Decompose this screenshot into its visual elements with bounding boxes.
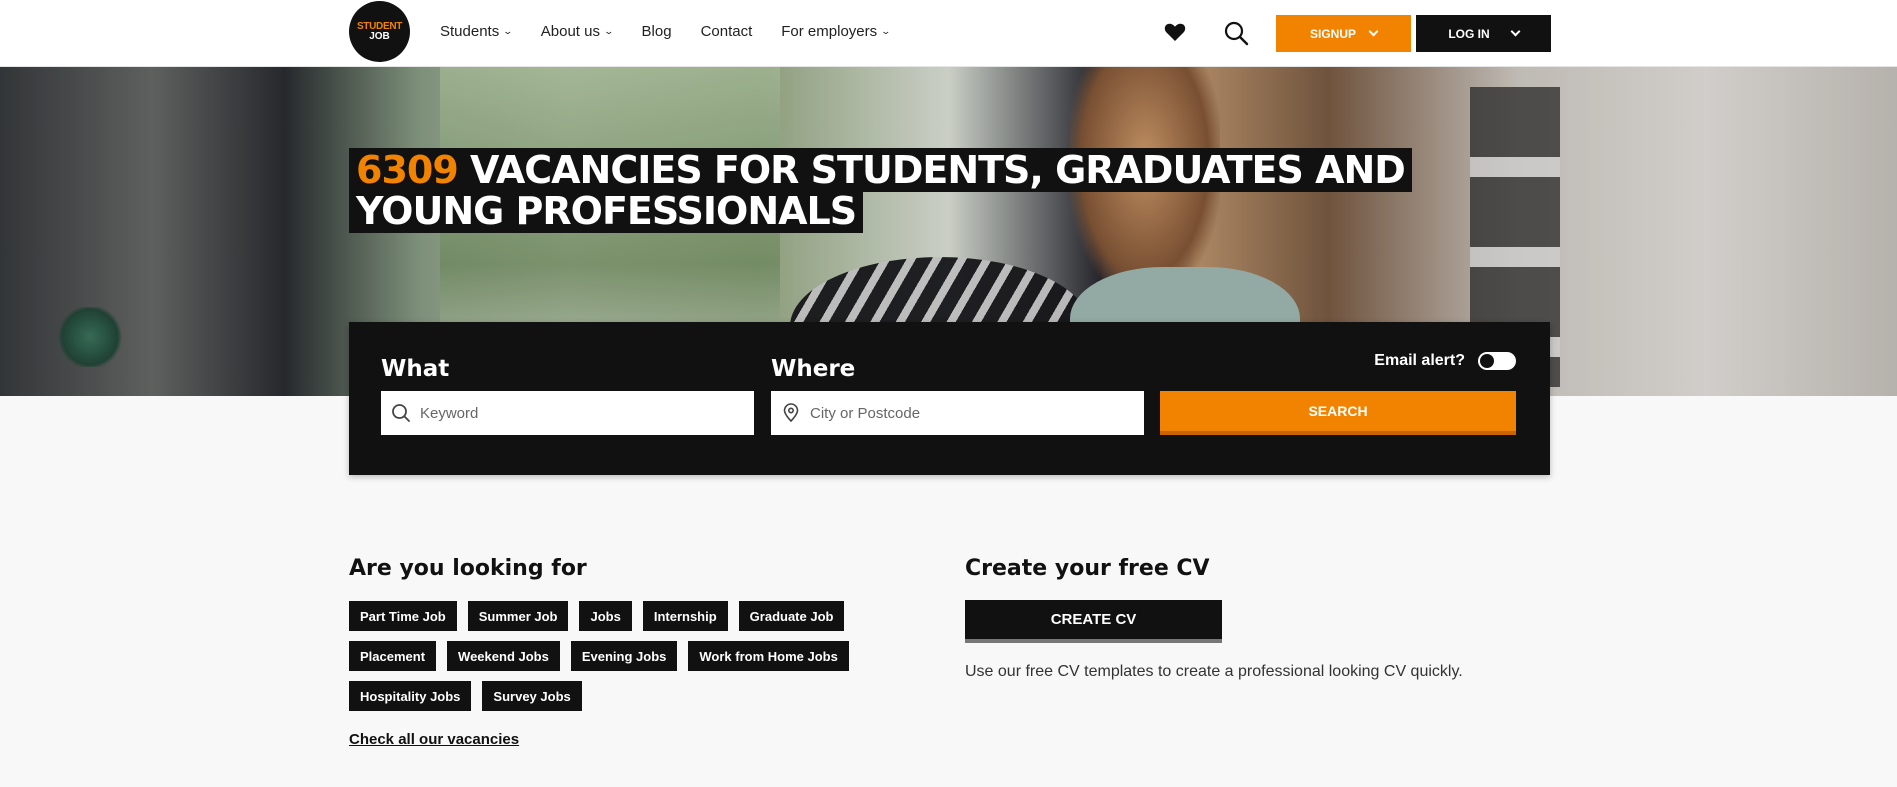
search-button-label: SEARCH: [1308, 403, 1368, 419]
location-pin-icon: [783, 403, 799, 423]
tag-survey-jobs[interactable]: Survey Jobs: [482, 681, 582, 711]
tag-placement[interactable]: Placement: [349, 641, 437, 671]
login-button[interactable]: LOG IN: [1416, 15, 1551, 52]
tag-evening-jobs[interactable]: Evening Jobs: [570, 641, 678, 671]
page-title-text: VACANCIES FOR STUDENTS, GRADUATES AND YO…: [356, 148, 1406, 233]
toggle-knob: [1480, 354, 1494, 368]
search-icon[interactable]: [1223, 20, 1249, 46]
nav-blog-label: Blog: [641, 23, 672, 40]
keyword-input[interactable]: [420, 404, 720, 422]
tag-graduate-job[interactable]: Graduate Job: [738, 601, 845, 631]
location-field[interactable]: [771, 391, 1144, 435]
page-title: 6309 VACANCIES FOR STUDENTS, GRADUATES A…: [349, 148, 1559, 233]
nav-students[interactable]: Students ⌄: [440, 23, 514, 40]
tag-part-time-job[interactable]: Part Time Job: [349, 601, 457, 631]
nav-about-us[interactable]: About us ⌄: [540, 23, 615, 40]
logo-line1: STUDENT: [356, 20, 403, 32]
create-cv-heading: Create your free CV: [965, 556, 1210, 581]
location-input[interactable]: [810, 404, 1110, 422]
tag-summer-job[interactable]: Summer Job: [467, 601, 569, 631]
nav-blog[interactable]: Blog: [642, 23, 672, 40]
job-type-tags: Part Time Job Summer Job Jobs Internship…: [349, 601, 889, 711]
search-icon: [392, 404, 410, 422]
tag-jobs[interactable]: Jobs: [579, 601, 632, 631]
search-button[interactable]: SEARCH: [1160, 391, 1516, 435]
vacancy-count: 6309: [356, 148, 459, 192]
where-label: Where: [771, 356, 856, 382]
tag-hospitality-jobs[interactable]: Hospitality Jobs: [349, 681, 472, 711]
nav-contact[interactable]: Contact: [701, 23, 753, 40]
nav-students-label: Students: [440, 23, 500, 40]
tag-work-from-home-jobs[interactable]: Work from Home Jobs: [688, 641, 849, 671]
email-alert-label: Email alert?: [1374, 352, 1465, 369]
job-search-panel: What Where Email alert? SEARCH: [349, 322, 1550, 475]
signup-label: SIGNUP: [1309, 26, 1356, 41]
tag-internship[interactable]: Internship: [642, 601, 728, 631]
check-all-vacancies-link[interactable]: Check all our vacancies: [349, 731, 519, 748]
nav-contact-label: Contact: [700, 23, 753, 40]
chevron-down-icon: [1368, 26, 1379, 37]
chevron-down-icon: ⌄: [502, 26, 514, 36]
tag-weekend-jobs[interactable]: Weekend Jobs: [447, 641, 560, 671]
email-alert: Email alert?: [1374, 352, 1516, 370]
create-cv-description: Use our free CV templates to create a pr…: [965, 663, 1463, 680]
chevron-down-icon: ⌄: [880, 26, 892, 36]
email-alert-toggle[interactable]: [1478, 352, 1516, 370]
nav-for-employers-label: For employers: [781, 23, 878, 40]
logo-line2: JOB: [369, 30, 390, 42]
heart-icon[interactable]: [1163, 20, 1187, 44]
main-nav: Students ⌄ About us ⌄ Blog Contact For e…: [440, 0, 892, 63]
create-cv-label: CREATE CV: [1050, 611, 1137, 628]
keyword-field[interactable]: [381, 391, 754, 435]
create-cv-button[interactable]: CREATE CV: [965, 600, 1222, 643]
chevron-down-icon: ⌄: [603, 26, 615, 36]
chevron-down-icon: [1510, 26, 1521, 37]
nav-about-us-label: About us: [540, 23, 600, 40]
what-label: What: [381, 356, 450, 382]
studentjob-logo[interactable]: STUDENT JOB: [349, 1, 410, 62]
signup-button[interactable]: SIGNUP: [1276, 15, 1411, 52]
login-label: LOG IN: [1448, 26, 1490, 41]
looking-for-heading: Are you looking for: [349, 556, 587, 581]
site-header: STUDENT JOB Students ⌄ About us ⌄ Blog C…: [0, 0, 1897, 67]
nav-for-employers[interactable]: For employers ⌄: [781, 23, 892, 40]
